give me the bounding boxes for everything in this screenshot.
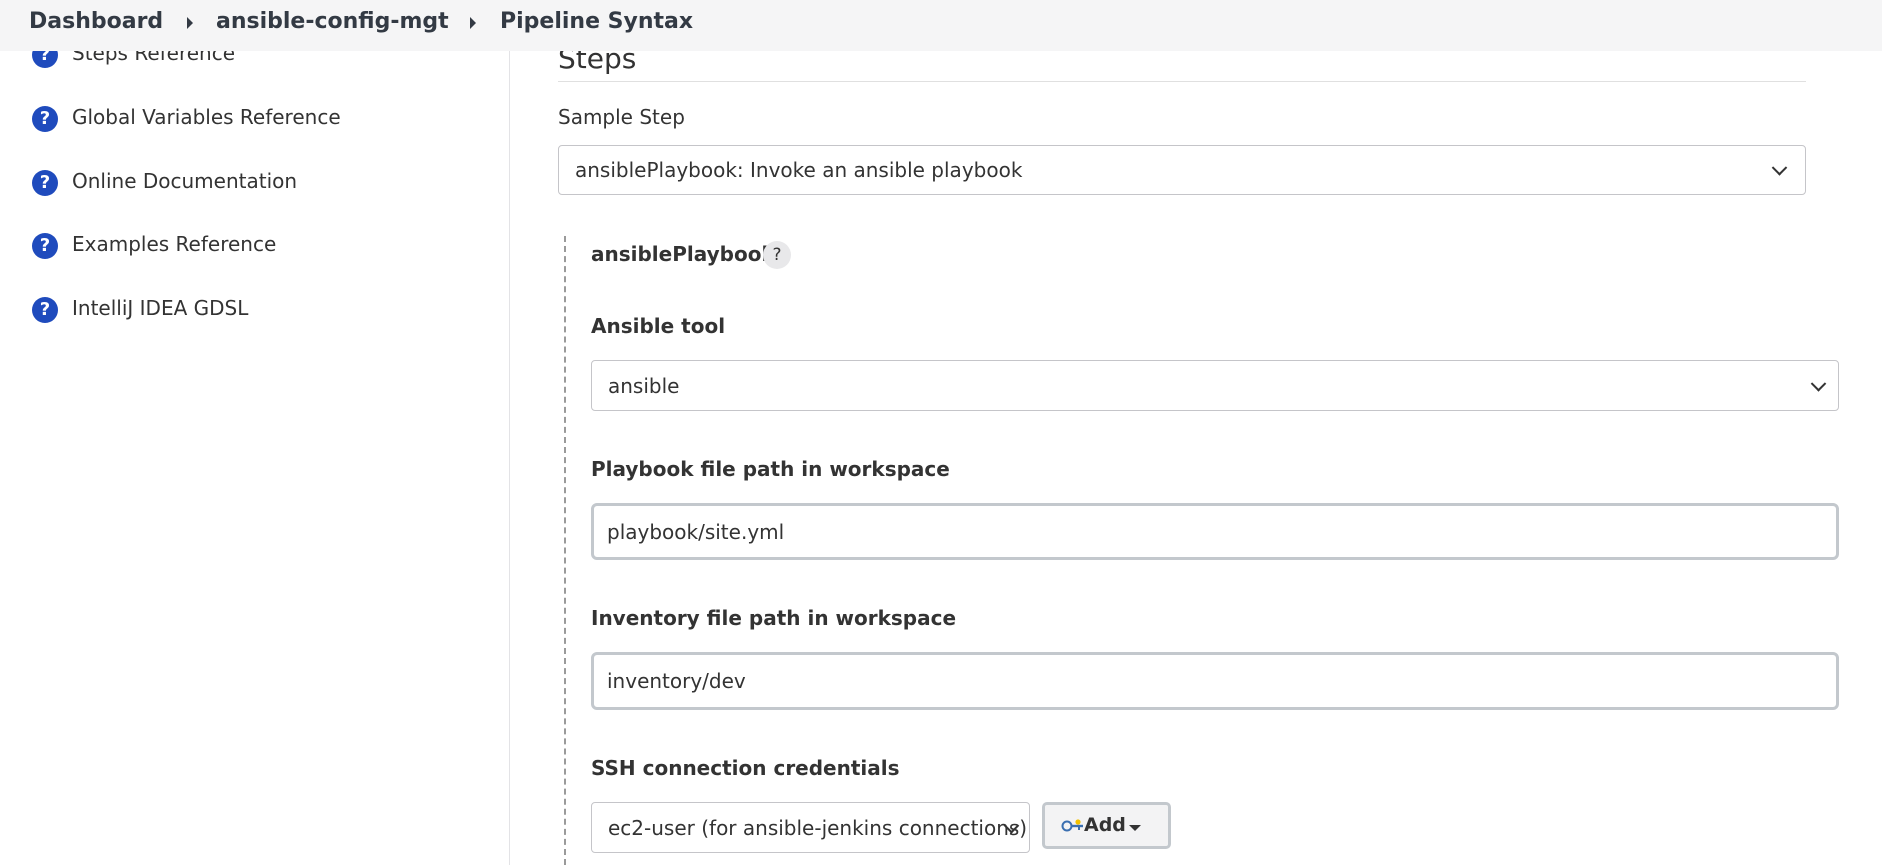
- sample-step-value: ansiblePlaybook: Invoke an ansible playb…: [575, 158, 1023, 182]
- ansible-tool-label: Ansible tool: [591, 314, 726, 338]
- help-icon[interactable]: ?: [763, 241, 791, 269]
- breadcrumb: Dashboard ansible-config-mgt Pipeline Sy…: [0, 0, 1882, 51]
- chevron-down-icon: [1810, 375, 1827, 392]
- inventory-path-value: inventory/dev: [607, 669, 746, 693]
- caret-down-icon: [1129, 825, 1141, 831]
- sidebar-item-label: IntelliJ IDEA GDSL: [72, 296, 249, 320]
- sidebar-item-label: Global Variables Reference: [72, 105, 341, 129]
- sample-step-label: Sample Step: [558, 105, 685, 129]
- key-icon: [1061, 819, 1083, 832]
- inventory-path-label: Inventory file path in workspace: [591, 606, 957, 630]
- breadcrumb-pipeline-syntax[interactable]: Pipeline Syntax: [500, 9, 693, 34]
- breadcrumb-job[interactable]: ansible-config-mgt: [216, 9, 449, 34]
- help-icon: ?: [32, 170, 58, 196]
- sidebar-item-label: Online Documentation: [72, 169, 298, 193]
- sidebar-item-label: Examples Reference: [72, 232, 277, 256]
- step-config-divider: [564, 236, 566, 865]
- ansible-tool-select[interactable]: ansible: [591, 360, 1839, 411]
- help-icon: ?: [32, 297, 58, 323]
- step-name: ansiblePlaybook: [591, 242, 775, 266]
- help-icon: ?: [32, 233, 58, 259]
- help-icon: ?: [32, 106, 58, 132]
- chevron-right-icon[interactable]: [470, 17, 476, 29]
- breadcrumb-dashboard[interactable]: Dashboard: [29, 9, 163, 34]
- sidebar: ? Steps Reference ? Global Variables Ref…: [0, 0, 510, 865]
- playbook-path-label: Playbook file path in workspace: [591, 457, 950, 481]
- add-credentials-button[interactable]: Add: [1042, 802, 1171, 849]
- playbook-path-input[interactable]: playbook/site.yml: [591, 503, 1839, 560]
- sample-step-select[interactable]: ansiblePlaybook: Invoke an ansible playb…: [558, 145, 1806, 195]
- ansible-tool-value: ansible: [608, 373, 680, 398]
- add-button-label: Add: [1084, 814, 1126, 836]
- ssh-credentials-label: SSH connection credentials: [591, 756, 900, 780]
- chevron-right-icon[interactable]: [187, 17, 193, 29]
- chevron-down-icon: [1771, 160, 1788, 176]
- inventory-path-input[interactable]: inventory/dev: [591, 652, 1839, 710]
- section-divider: [558, 81, 1806, 82]
- playbook-path-value: playbook/site.yml: [607, 519, 785, 544]
- ssh-credentials-select[interactable]: ec2-user (for ansible-jenkins connection…: [591, 802, 1030, 853]
- ssh-credentials-value: ec2-user (for ansible-jenkins connection…: [608, 815, 1028, 840]
